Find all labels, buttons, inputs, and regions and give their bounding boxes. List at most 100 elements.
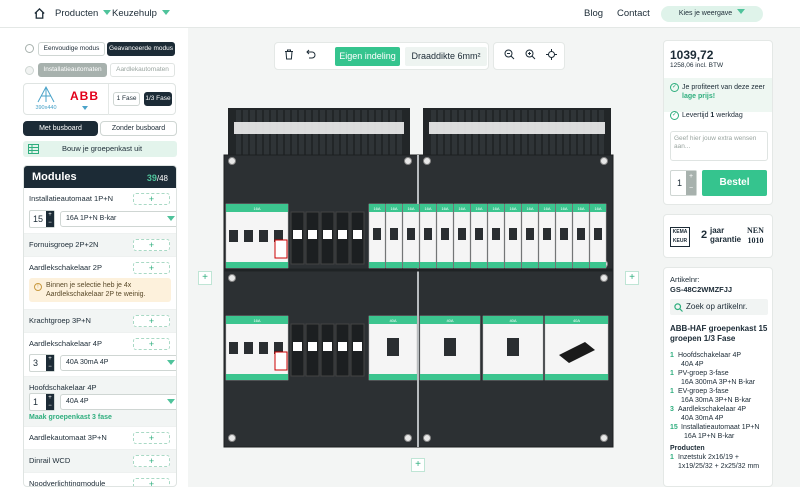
three-phase-button[interactable]: 1/3 Fase: [144, 92, 172, 106]
toggle: [424, 228, 432, 240]
quantity-stepper[interactable]: 15 + −: [29, 210, 55, 228]
type-radio[interactable]: [25, 66, 34, 75]
one-phase-button[interactable]: 1 Fase: [113, 92, 140, 106]
spec-name: EV-groep 3-fase: [678, 388, 729, 395]
modules-title: Modules: [32, 171, 77, 183]
add-module-button[interactable]: +: [133, 432, 170, 444]
nav-blog[interactable]: Blog: [584, 8, 603, 19]
breaker-bottom-strip: [471, 262, 487, 268]
breaker-bottom-strip: [522, 262, 538, 268]
add-module-button[interactable]: +: [133, 478, 170, 486]
mode-radio[interactable]: [25, 44, 34, 53]
order-quantity[interactable]: 1 + −: [670, 170, 697, 196]
benefit-price: ✓ Je profiteert van deze zeer lage prijs!: [670, 83, 765, 100]
simple-mode-button[interactable]: Eenvoudige modus: [38, 42, 105, 56]
toggle: [458, 228, 466, 240]
chevron-down-icon: [167, 360, 175, 365]
zoom-out-icon[interactable]: [502, 49, 517, 64]
quantity-stepper[interactable]: 1 + −: [29, 393, 55, 411]
install-type-button[interactable]: Installatieautomaten: [38, 63, 107, 77]
main-switch: [387, 338, 399, 356]
home-icon[interactable]: [33, 7, 46, 20]
module-value-select[interactable]: 40A 4P: [60, 394, 176, 410]
module-value-select[interactable]: 16A 1P+N B-kar: [60, 211, 176, 227]
trash-icon[interactable]: [281, 49, 296, 64]
spec-value: 40A 30mA 4P: [681, 415, 724, 422]
terminal-window: [293, 342, 302, 351]
view-select[interactable]: Kies je weergave: [661, 6, 763, 22]
add-module-button[interactable]: +: [133, 315, 170, 327]
make-three-phase-link[interactable]: Maak groepenkast 3 fase: [29, 414, 112, 421]
order-panel: 1039,72 1258,06 incl. BTW ✓ Je profiteert…: [663, 40, 773, 205]
add-module-button[interactable]: +: [133, 455, 170, 467]
module-name: Aardlekautomaat 3P+N: [29, 433, 107, 442]
breaker-bottom-strip: [590, 262, 606, 268]
nav-help[interactable]: Keuzehulp: [112, 8, 170, 19]
article-search-input[interactable]: Zoek op artikelnr.: [670, 299, 768, 315]
article-number: Artikelnr: GS-48C2WMZFJJ: [670, 275, 733, 294]
spec-name: Aardlekschakelaar 4P: [678, 406, 747, 413]
screw: [600, 274, 608, 282]
custom-layout-button[interactable]: Eigen indeling: [335, 47, 400, 66]
screw: [404, 434, 412, 442]
breaker-bottom-strip: [420, 262, 436, 268]
spec-item: 1 PV-groep 3-fase 16A 300mA 3P+N B-kar: [670, 369, 772, 387]
breaker-rating: 16A: [509, 206, 516, 211]
module-name: Installatieautomaat 1P+N: [29, 194, 114, 203]
add-bottom-button[interactable]: +: [411, 458, 425, 472]
nav-products[interactable]: Producten: [55, 8, 112, 19]
add-module-button[interactable]: +: [133, 239, 170, 251]
aardlek-type-button[interactable]: Aardlekautomaten: [110, 63, 175, 77]
screw: [228, 274, 236, 282]
module-name: Krachtgroep 3P+N: [29, 316, 91, 325]
build-banner[interactable]: Bouw je groepenkast uit: [23, 141, 177, 157]
breaker-rating: 16A: [390, 206, 397, 211]
spec-name: Installatieautomaat 1P+N: [681, 424, 760, 431]
order-button[interactable]: Bestel: [702, 170, 767, 196]
add-module-button[interactable]: +: [133, 193, 170, 205]
breaker-bottom-strip: [488, 262, 504, 268]
abb-logo: ABB: [70, 89, 99, 103]
busbar-with-button[interactable]: Met busboard: [23, 121, 98, 136]
busbar-without-button[interactable]: Zonder busboard: [100, 121, 177, 136]
breaker-bottom-strip: [483, 374, 543, 380]
center-icon[interactable]: [544, 49, 559, 64]
quantity-stepper[interactable]: 3 + −: [29, 354, 55, 372]
spec-value: 16A 1P+N B-kar: [684, 433, 735, 440]
module-item: Dinrail WCD +: [24, 450, 176, 473]
toggle: [229, 342, 238, 354]
left-panel: Eenvoudige modus Geavanceerde modus Inst…: [0, 28, 188, 487]
add-module-button[interactable]: +: [133, 338, 170, 350]
module-name: Aardlekschakelaar 2P: [29, 263, 102, 272]
products-heading: Producten: [670, 445, 705, 452]
size-option[interactable]: 390x440: [32, 85, 60, 115]
terminal-window: [308, 230, 317, 239]
spec-item: 3 Aardlekschakelaar 4P 40A 30mA 4P: [670, 405, 772, 423]
breaker-bottom-strip: [556, 262, 572, 268]
undo-icon[interactable]: [303, 49, 318, 64]
chevron-down-icon: [103, 10, 112, 15]
nav-contact[interactable]: Contact: [617, 8, 650, 19]
zoom-in-icon[interactable]: [523, 49, 538, 64]
toggle: [229, 230, 238, 242]
toggle: [492, 228, 500, 240]
wire-thickness-button[interactable]: Draaddikte 6mm²: [405, 47, 487, 66]
breaker-rating: 40A: [446, 318, 453, 323]
module-name: Aardlekschakelaar 4P: [29, 339, 102, 348]
abb-option[interactable]: ABB: [70, 89, 102, 113]
spec-name: PV-groep 3-fase: [678, 370, 729, 377]
spec-qty: 1: [670, 370, 674, 377]
module-value-select[interactable]: 40A 30mA 4P: [60, 355, 176, 371]
screw: [423, 157, 431, 165]
terminal-window: [323, 230, 332, 239]
breaker-rating: 16A: [441, 206, 448, 211]
add-module-button[interactable]: +: [133, 262, 170, 274]
wishes-textarea[interactable]: Geef hier jouw extra wensen aan...: [670, 131, 768, 161]
add-right-button[interactable]: +: [625, 271, 639, 285]
product-item: 1 Inzetstuk 2x16/19 + 1x19/25/32 + 2x25/3…: [670, 453, 772, 471]
breaker-rating: 40A: [389, 318, 396, 323]
brand-size-box: 390x440 ABB 1 Fase 1/3 Fase: [23, 83, 176, 115]
breaker-rating: 16A: [475, 206, 482, 211]
add-left-button[interactable]: +: [198, 271, 212, 285]
advanced-mode-button[interactable]: Geavanceerde modus: [107, 42, 175, 56]
